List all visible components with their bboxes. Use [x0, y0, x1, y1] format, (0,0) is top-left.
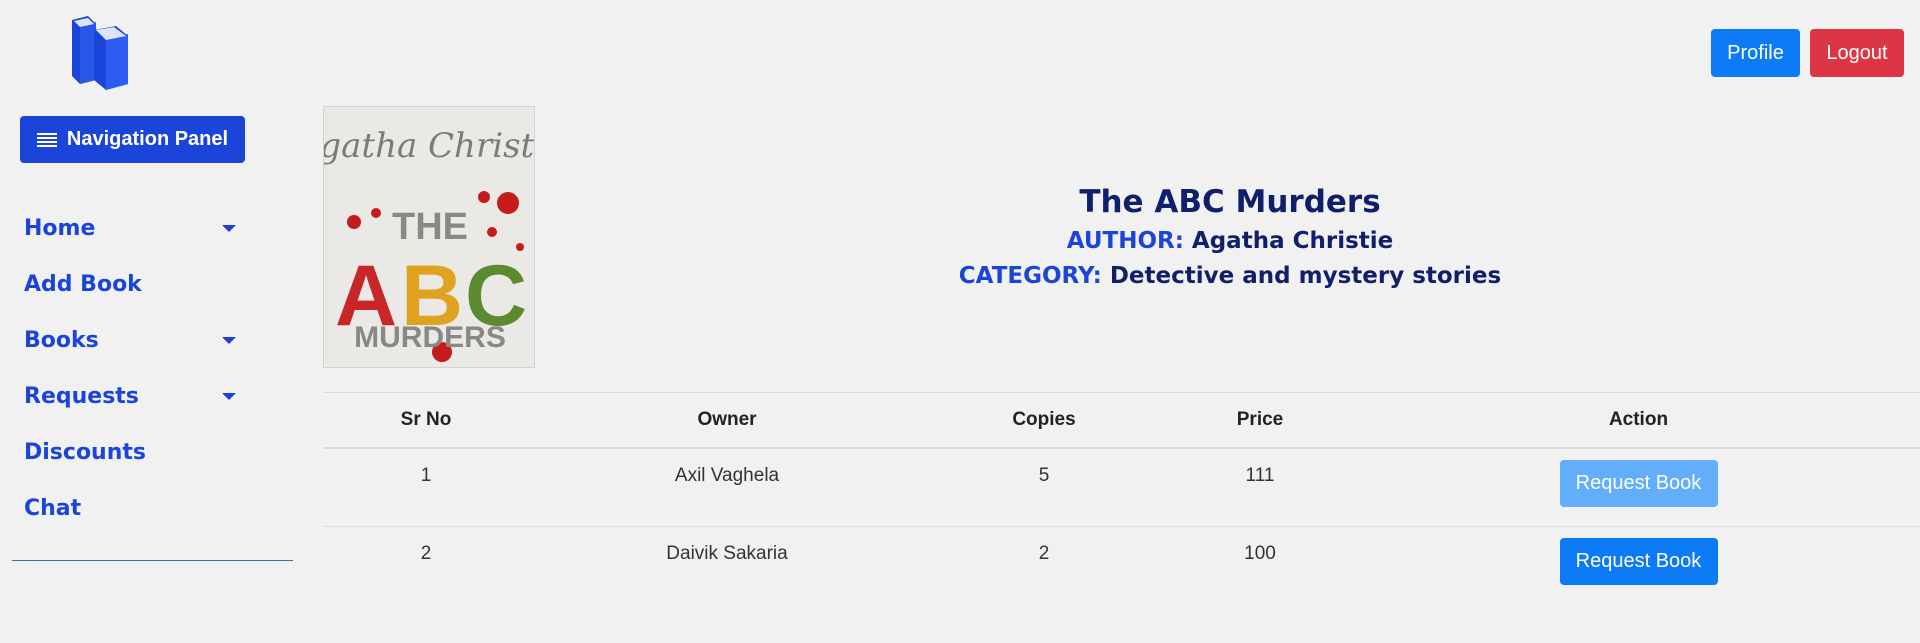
sidebar-divider: [12, 560, 293, 561]
profile-button[interactable]: Profile: [1711, 29, 1800, 77]
book-cover-image: Agatha Christie THE A B C MURDERS: [323, 106, 535, 368]
column-header-action: Action: [1357, 392, 1920, 449]
cell-owner: Axil Vaghela: [529, 447, 925, 527]
cover-title-the: THE: [392, 206, 468, 248]
navigation-panel-label: Navigation Panel: [66, 128, 229, 150]
table-header-row: Sr No Owner Copies Price Action: [323, 392, 1920, 449]
sidebar: Navigation Panel Home Add Book Books Req…: [0, 0, 300, 643]
table-row: 1 Axil Vaghela 5 111 Request Book: [323, 447, 1920, 527]
sidebar-item-add-book[interactable]: Add Book: [24, 256, 244, 312]
author-label: AUTHOR:: [1066, 228, 1184, 254]
sidebar-item-chat[interactable]: Chat: [24, 480, 244, 536]
table-row: 2 Daivik Sakaria 2 100 Request Book: [323, 527, 1920, 606]
cell-action: Request Book: [1357, 447, 1920, 527]
book-details: The ABC Murders AUTHOR: Agatha Christie …: [540, 180, 1920, 294]
book-title: The ABC Murders: [1079, 184, 1381, 220]
category-value: Detective and mystery stories: [1109, 263, 1502, 289]
hamburger-icon: [36, 132, 57, 147]
request-book-button[interactable]: Request Book: [1559, 459, 1718, 507]
owners-table: Sr No Owner Copies Price Action 1 Axil V…: [323, 392, 1920, 606]
caret-down-icon: [222, 336, 236, 344]
cover-title-murders: MURDERS: [354, 321, 506, 354]
cell-action: Request Book: [1357, 527, 1920, 606]
cell-owner: Daivik Sakaria: [666, 543, 788, 564]
navigation-panel-button[interactable]: Navigation Panel: [20, 116, 245, 163]
sidebar-item-requests[interactable]: Requests: [24, 368, 244, 424]
cell-copies: 2: [1038, 543, 1050, 564]
sidebar-item-label: Discounts: [24, 439, 146, 465]
cell-price: 100: [1244, 543, 1276, 564]
cover-author-script: Agatha Christie: [324, 126, 535, 166]
sidebar-item-label: Add Book: [24, 271, 142, 297]
cell-sr-no: 1: [323, 447, 529, 527]
caret-down-icon: [222, 224, 236, 232]
author-value: Agatha Christie: [1191, 228, 1394, 254]
sidebar-item-books[interactable]: Books: [24, 312, 244, 368]
column-header-sr-no: Sr No: [323, 392, 529, 449]
book-category-line: CATEGORY: Detective and mystery stories: [540, 259, 1920, 294]
book-author-line: AUTHOR: Agatha Christie: [540, 224, 1920, 259]
sidebar-item-label: Requests: [24, 383, 139, 409]
sidebar-item-label: Chat: [24, 495, 82, 521]
request-book-button[interactable]: Request Book: [1559, 538, 1718, 585]
cell-price: 111: [1163, 447, 1357, 527]
caret-down-icon: [222, 392, 236, 400]
cell-copies: 5: [925, 447, 1163, 527]
column-header-price: Price: [1163, 392, 1357, 449]
cell-sr-no: 2: [420, 543, 432, 564]
sidebar-item-home[interactable]: Home: [24, 200, 244, 256]
sidebar-item-discounts[interactable]: Discounts: [24, 424, 244, 480]
column-header-copies: Copies: [925, 392, 1163, 449]
category-label: CATEGORY:: [958, 263, 1102, 289]
sidebar-item-label: Books: [24, 327, 99, 353]
sidebar-item-label: Home: [24, 215, 96, 241]
column-header-owner: Owner: [529, 392, 925, 449]
logout-button[interactable]: Logout: [1810, 29, 1904, 77]
books-icon: [72, 16, 128, 90]
sidebar-menu: Home Add Book Books Requests Discounts C…: [24, 200, 244, 536]
